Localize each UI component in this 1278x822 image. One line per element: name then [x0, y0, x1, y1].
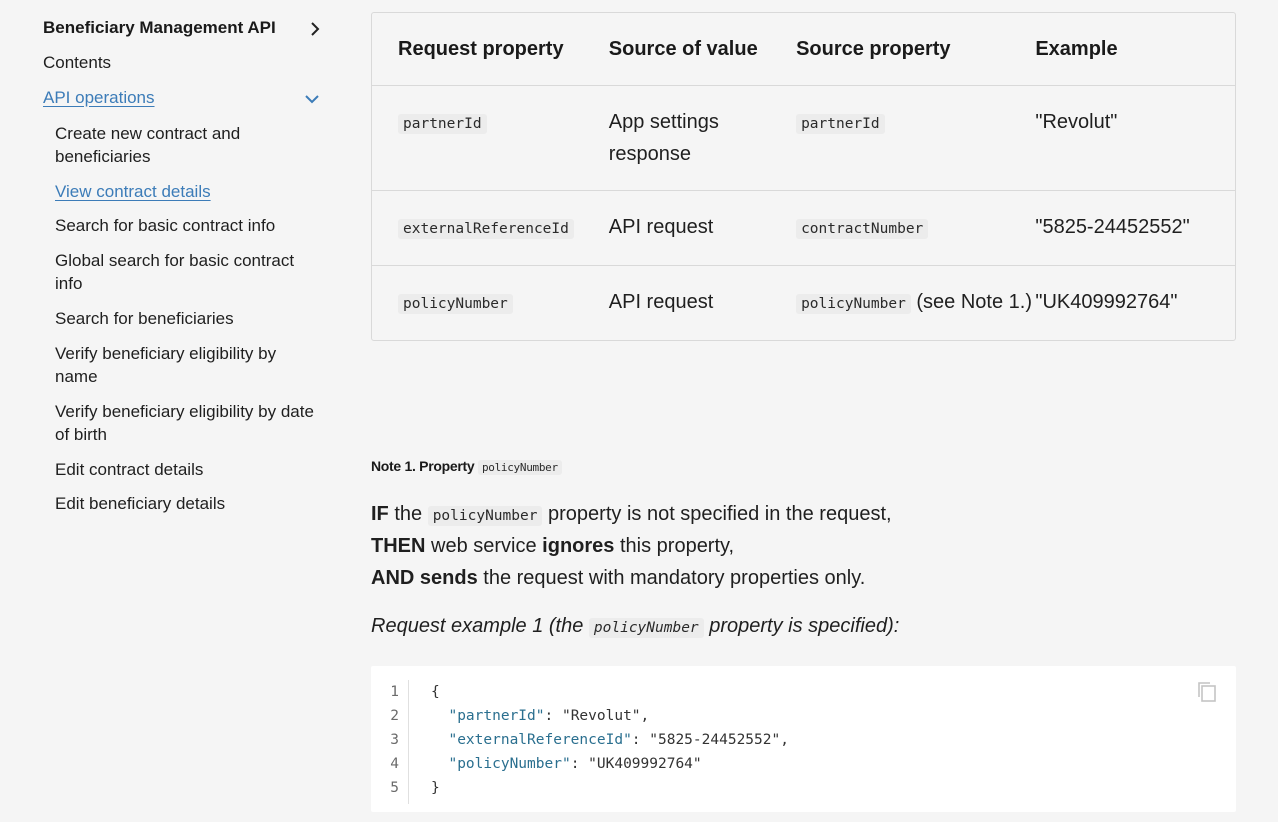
sidebar-api-operations-link[interactable]: API operations — [43, 88, 155, 108]
cell-example: "Revolut" — [1035, 85, 1235, 190]
code-line: "externalReferenceId": "5825-24452552", — [448, 732, 789, 748]
note-then-line: THEN web service ignores this property, — [371, 530, 734, 562]
code-inline: policyNumber — [427, 506, 543, 526]
code-key: "partnerId" — [448, 708, 545, 724]
code-line: } — [431, 776, 789, 800]
request-example-caption: Request example 1 (the policyNumber prop… — [371, 615, 899, 638]
main-content: Request property Source of value Source … — [371, 0, 1236, 822]
code-line: { — [431, 680, 789, 704]
cell-source-property: partnerId — [796, 85, 1036, 190]
chevron-down-icon[interactable] — [303, 90, 321, 108]
sidebar-item-view-contract-details[interactable]: View contract details — [55, 180, 320, 203]
sidebar-contents-link[interactable]: Contents — [43, 53, 111, 73]
sidebar-item-edit-beneficiary[interactable]: Edit beneficiary details — [55, 492, 320, 515]
sidebar-item-edit-contract[interactable]: Edit contract details — [55, 458, 320, 481]
ignores-keyword: ignores — [542, 535, 615, 557]
caption-text: Request example 1 (the — [371, 615, 589, 637]
table-row: partnerId App settings response partnerI… — [372, 85, 1235, 190]
note-title: Note 1. Property policyNumber — [371, 458, 562, 475]
copy-icon[interactable] — [1196, 680, 1218, 704]
note-if-line: IF the policyNumber property is not spec… — [371, 498, 892, 532]
line-number: 1 — [390, 684, 399, 700]
code-inline: policyNumber — [588, 618, 704, 638]
table-header-row: Request property Source of value Source … — [372, 13, 1235, 85]
code-inline: partnerId — [796, 114, 885, 134]
sidebar-item-global-search[interactable]: Global search for basic contract info — [55, 249, 320, 295]
column-header-source-property: Source property — [796, 38, 951, 60]
code-key: "externalReferenceId" — [448, 732, 632, 748]
cell-request-property: partnerId — [372, 85, 609, 190]
then-keyword: THEN — [371, 535, 426, 557]
cell-request-property: externalReferenceId — [372, 190, 609, 265]
line-number: 4 — [390, 756, 399, 772]
note-text: the — [388, 503, 428, 525]
sidebar-title[interactable]: Beneficiary Management API — [43, 18, 276, 38]
sidebar: Beneficiary Management API Contents API … — [0, 0, 340, 822]
request-properties-table: Request property Source of value Source … — [371, 12, 1236, 341]
table-row: externalReferenceId API request contract… — [372, 190, 1235, 265]
sidebar-item-search-beneficiaries[interactable]: Search for beneficiaries — [55, 307, 320, 330]
code-line: "policyNumber": "UK409992764" — [448, 756, 702, 772]
code-inline: policyNumber — [398, 294, 513, 314]
sidebar-item-verify-by-dob[interactable]: Verify beneficiary eligibility by date o… — [55, 400, 320, 446]
code-lines[interactable]: { "partnerId": "Revolut", "externalRefer… — [431, 680, 789, 800]
code-inline: policyNumber — [796, 294, 911, 314]
line-number: 3 — [390, 732, 399, 748]
table-row: policyNumber API request policyNumber (s… — [372, 265, 1235, 340]
code-inline: policyNumber — [477, 460, 562, 475]
code-brace: { — [431, 684, 440, 700]
line-number-gutter: 1 2 3 4 5 — [371, 680, 409, 804]
cell-example: "UK409992764" — [1035, 265, 1235, 340]
cell-source-of-value: API request — [608, 190, 797, 265]
note-title-prefix: Note 1. Property — [371, 458, 475, 474]
chevron-right-icon[interactable] — [306, 20, 324, 38]
if-keyword: IF — [371, 503, 389, 525]
code-inline: partnerId — [398, 114, 487, 134]
and-sends-keyword: AND sends — [371, 567, 478, 589]
code-punct: , — [640, 708, 650, 724]
sidebar-item-verify-by-name[interactable]: Verify beneficiary eligibility by name — [55, 342, 320, 388]
note-text: the request with mandatory properties on… — [477, 567, 866, 589]
column-header-example: Example — [1035, 38, 1118, 60]
code-line: "partnerId": "Revolut", — [448, 708, 650, 724]
cell-source-of-value: API request — [608, 265, 797, 340]
code-punct: , — [780, 732, 789, 748]
code-block: 1 2 3 4 5 { "partnerId": "Revolut", "ext… — [371, 666, 1236, 812]
note-and-line: AND sends the request with mandatory pro… — [371, 562, 865, 594]
cell-source-property: policyNumber (see Note 1.) — [796, 265, 1036, 340]
line-number: 2 — [390, 708, 399, 724]
note-text: property is not specified in the request… — [542, 503, 892, 525]
cell-source-property: contractNumber — [796, 190, 1036, 265]
cell-example: "5825-24452552" — [1035, 190, 1235, 265]
cell-source-of-value: App settings response — [608, 85, 797, 190]
column-header-source-of-value: Source of value — [608, 38, 758, 60]
code-inline: contractNumber — [796, 219, 929, 239]
code-brace: } — [431, 780, 440, 796]
sidebar-item-search-basic-contract[interactable]: Search for basic contract info — [55, 214, 320, 237]
cell-request-property: policyNumber — [372, 265, 609, 340]
sidebar-item-create-contract[interactable]: Create new contract and beneficiaries — [55, 122, 320, 168]
code-value: "5825-24452552" — [649, 732, 781, 748]
note-text: web service — [425, 535, 543, 557]
column-header-request-property: Request property — [398, 38, 564, 60]
code-value: "Revolut" — [561, 708, 641, 724]
code-key: "policyNumber" — [448, 756, 571, 772]
caption-text: property is specified): — [703, 615, 900, 637]
code-value: "UK409992764" — [588, 756, 702, 772]
note-text: this property, — [614, 535, 735, 557]
source-property-suffix: (see Note 1.) — [910, 291, 1032, 313]
line-number: 5 — [390, 780, 399, 796]
code-inline: externalReferenceId — [398, 219, 574, 239]
